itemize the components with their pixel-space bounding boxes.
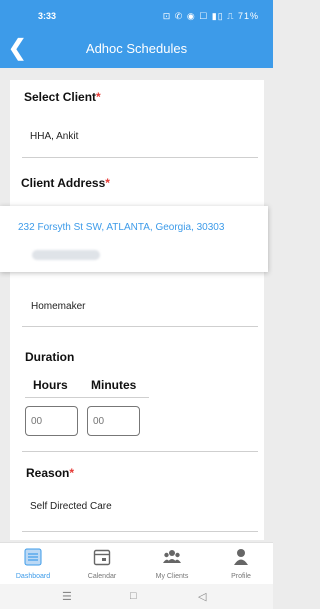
service-underline — [22, 326, 258, 327]
profile-icon — [234, 549, 248, 565]
tab-my-clients[interactable]: My Clients — [140, 543, 204, 585]
clients-icon — [163, 550, 181, 563]
reason-underline — [22, 531, 258, 532]
service-select[interactable]: Homemaker — [31, 301, 85, 312]
tab-my-clients-label: My Clients — [155, 573, 189, 580]
tab-profile-label: Profile — [231, 573, 251, 580]
address-dropdown — [0, 206, 268, 272]
home-icon[interactable]: □ — [130, 590, 137, 602]
reason-label: Reason* — [26, 466, 75, 480]
tab-calendar[interactable]: Calendar — [70, 543, 134, 585]
reason-select[interactable]: Self Directed Care — [30, 501, 112, 512]
tab-dashboard[interactable]: Dashboard — [1, 543, 65, 585]
hours-input[interactable] — [25, 406, 78, 436]
address-option[interactable]: 232 Forsyth St SW, ATLANTA, Georgia, 303… — [18, 222, 224, 233]
system-navigation-bar: ☰ □ ◁ — [0, 584, 273, 609]
status-icons: ⊡ ✆ ◉ ☐ ▮▯ ⎍ 71% — [162, 11, 259, 21]
client-underline — [22, 157, 258, 158]
hours-label: Hours — [33, 378, 68, 392]
client-select[interactable]: HHA, Ankit — [30, 131, 78, 142]
calendar-icon — [93, 549, 111, 566]
tab-calendar-label: Calendar — [87, 573, 117, 580]
minutes-input[interactable] — [87, 406, 140, 436]
bottom-nav: Dashboard Calendar My Clients Profile — [0, 542, 273, 585]
tab-dashboard-label: Dashboard — [15, 573, 51, 580]
status-time: 3:33 — [38, 11, 57, 21]
page-title: Adhoc Schedules — [85, 41, 188, 56]
app-bar: ❮ Adhoc Schedules — [0, 30, 273, 68]
duration-underline — [25, 397, 149, 398]
dashboard-icon — [24, 548, 42, 566]
tab-profile[interactable]: Profile — [209, 543, 273, 585]
minutes-label: Minutes — [91, 378, 137, 392]
duration-label: Duration — [25, 350, 75, 364]
duration-divider — [22, 451, 258, 452]
select-client-label: Select Client* — [24, 90, 101, 104]
recent-apps-icon[interactable]: ☰ — [62, 590, 72, 603]
back-nav-icon[interactable]: ◁ — [198, 590, 206, 603]
redacted-text — [32, 250, 100, 260]
client-address-label: Client Address* — [21, 176, 110, 190]
status-bar: 3:33 ⊡ ✆ ◉ ☐ ▮▯ ⎍ 71% — [0, 0, 273, 30]
